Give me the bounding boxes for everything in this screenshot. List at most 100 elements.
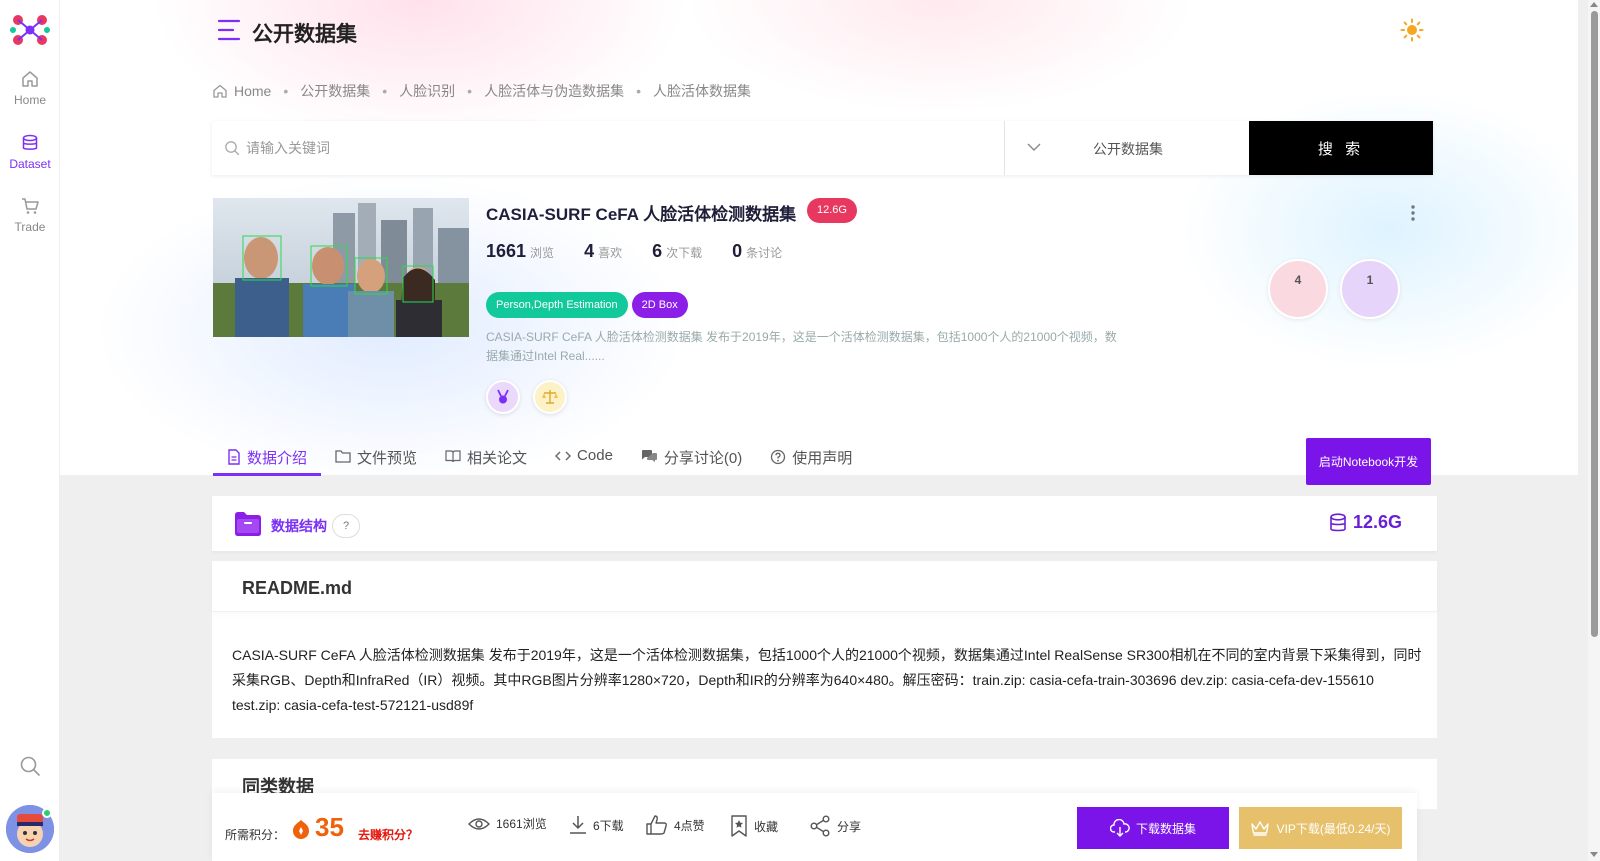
scroll-up-arrow[interactable] <box>1590 2 1598 7</box>
sidebar-item-dataset[interactable]: Dataset <box>0 133 60 171</box>
stat-number: 1661 <box>486 241 527 261</box>
tab-label: 数据介绍 <box>247 450 308 467</box>
download-icon <box>570 816 586 834</box>
downloads-count: 6下载 <box>569 815 624 835</box>
vip-download-button[interactable]: VIP下载(最低0.24/天) <box>1239 807 1402 849</box>
stat-downloads: 6 次下载 <box>652 241 702 262</box>
sidebar-item-trade[interactable]: Trade <box>0 196 60 234</box>
favorite-button[interactable]: 收藏 <box>730 815 778 837</box>
breadcrumb-item[interactable]: 人脸识别 <box>399 81 455 101</box>
document-icon <box>228 449 240 465</box>
stat-label: 喜欢 <box>598 246 623 260</box>
breadcrumb-item[interactable]: 公开数据集 <box>300 81 370 101</box>
menu-icon[interactable] <box>217 19 241 41</box>
tab-label: Code <box>577 447 613 464</box>
folder-icon <box>235 512 261 536</box>
database-icon <box>22 134 38 150</box>
scroll-down-arrow[interactable] <box>1590 852 1598 857</box>
breadcrumb-item[interactable]: Home <box>234 83 271 99</box>
share-label: 分享 <box>837 819 862 834</box>
dataset-description: CASIA-SURF CeFA 人脸活体检测数据集 发布于2019年，这是一个活… <box>486 330 1117 363</box>
downloads-label: 6下载 <box>593 818 624 833</box>
scale-badge[interactable] <box>533 380 567 414</box>
favorite-label: 收藏 <box>754 819 779 834</box>
search-icon[interactable] <box>19 755 41 777</box>
question-icon <box>771 449 786 465</box>
views-count: 1661浏览 <box>468 815 547 832</box>
medal-badge[interactable] <box>486 380 520 414</box>
dataset-image <box>213 198 469 337</box>
more-vertical-icon[interactable] <box>1410 204 1416 222</box>
scale-icon <box>542 390 558 404</box>
tab-label: 文件预览 <box>357 450 418 467</box>
tab-code[interactable]: Code <box>541 437 627 476</box>
earn-points-link[interactable]: 去赚积分？ <box>358 826 418 843</box>
vip-download-label: VIP下载(最低0.24/天) <box>1276 821 1391 836</box>
home-icon[interactable] <box>212 83 228 99</box>
dataset-stats: 1661 浏览 4 喜欢 6 次下载 0 条讨论 <box>486 241 812 262</box>
size-badge: 12.6G <box>807 198 857 223</box>
stat-label: 次下载 <box>666 246 703 260</box>
tab-usage-statement[interactable]: 使用声明 <box>756 437 866 476</box>
download-count-bubble: 1 <box>1340 259 1400 319</box>
chat-icon <box>641 450 657 462</box>
readme-header: README.md <box>212 561 1437 612</box>
dataset-title: CASIA-SURF CeFA 人脸活体检测数据集 <box>486 205 797 224</box>
tab-intro[interactable]: 数据介绍 <box>213 437 322 476</box>
cart-icon <box>22 198 39 214</box>
sun-icon[interactable] <box>1400 18 1424 42</box>
download-dataset-label: 下载数据集 <box>1135 821 1196 836</box>
search-input[interactable] <box>212 121 1004 175</box>
tag-annotation[interactable]: 2D Box <box>631 292 688 318</box>
sidebar-item-label: Trade <box>14 220 46 234</box>
tab-label: 使用声明 <box>792 450 853 467</box>
tab-bar: 数据介绍 文件预览 相关论文 Code 分享讨论(0) 使用声明 <box>213 437 866 476</box>
data-structure-label: 数据结构 <box>271 518 327 534</box>
tab-file-preview[interactable]: 文件预览 <box>321 437 431 476</box>
points-label: 所需积分： <box>225 828 286 842</box>
like-button[interactable]: 4点赞 <box>646 815 705 835</box>
share-icon <box>810 815 830 837</box>
total-size-value: 12.6G <box>1352 512 1402 532</box>
sidebar-item-home[interactable]: Home <box>0 69 60 107</box>
scrollbar[interactable] <box>1588 0 1600 861</box>
search-bar: 公开数据集 搜 索 <box>212 121 1433 175</box>
download-dataset-button[interactable]: 下载数据集 <box>1077 807 1229 849</box>
chevron-down-icon <box>1027 143 1041 151</box>
sidebar: Home Dataset Trade <box>0 0 60 861</box>
breadcrumb-separator: • <box>636 83 641 99</box>
search-button[interactable]: 搜 索 <box>1249 121 1433 175</box>
crown-icon <box>1251 821 1270 836</box>
dataset-thumbnail[interactable] <box>213 198 469 337</box>
bottom-action-bar: 所需积分： 35 去赚积分？ 1661浏览 6下载 4点赞 收藏 分享 下载数据… <box>212 793 1417 861</box>
database-icon <box>1330 512 1346 531</box>
online-status-dot <box>42 808 52 818</box>
views-label: 1661浏览 <box>496 817 547 831</box>
category-select[interactable]: 公开数据集 <box>1005 121 1247 175</box>
total-size: 12.6G <box>1329 512 1402 533</box>
tab-label: 分享讨论(0) <box>663 450 743 467</box>
stat-likes: 4 喜欢 <box>584 241 622 262</box>
code-icon <box>555 451 572 461</box>
tab-discussion[interactable]: 分享讨论(0) <box>627 437 756 476</box>
help-button[interactable]: ? <box>332 514 360 538</box>
tag-task[interactable]: Person,Depth Estimation <box>486 292 628 318</box>
logo-icon[interactable] <box>10 12 50 48</box>
launch-notebook-button[interactable]: 启动Notebook开发 <box>1306 438 1431 485</box>
share-button[interactable]: 分享 <box>809 815 861 837</box>
data-structure-card: 数据结构 ? 12.6G <box>212 496 1437 551</box>
stat-label: 浏览 <box>530 246 555 260</box>
home-icon <box>22 71 38 87</box>
breadcrumb: Home • 公开数据集 • 人脸识别 • 人脸活体与伪造数据集 • 人脸活体数… <box>212 81 751 101</box>
breadcrumb-separator: • <box>467 83 473 99</box>
thumbs-up-icon <box>646 815 667 835</box>
scrollbar-thumb[interactable] <box>1591 11 1598 637</box>
book-icon <box>445 450 461 463</box>
tab-papers[interactable]: 相关论文 <box>431 437 541 476</box>
breadcrumb-item[interactable]: 人脸活体数据集 <box>653 81 751 101</box>
breadcrumb-item[interactable]: 人脸活体与伪造数据集 <box>484 81 624 101</box>
stat-number: 0 <box>732 241 743 261</box>
folder-icon <box>335 450 351 463</box>
page-title: 公开数据集 <box>252 23 357 46</box>
tab-label: 相关论文 <box>467 450 528 467</box>
